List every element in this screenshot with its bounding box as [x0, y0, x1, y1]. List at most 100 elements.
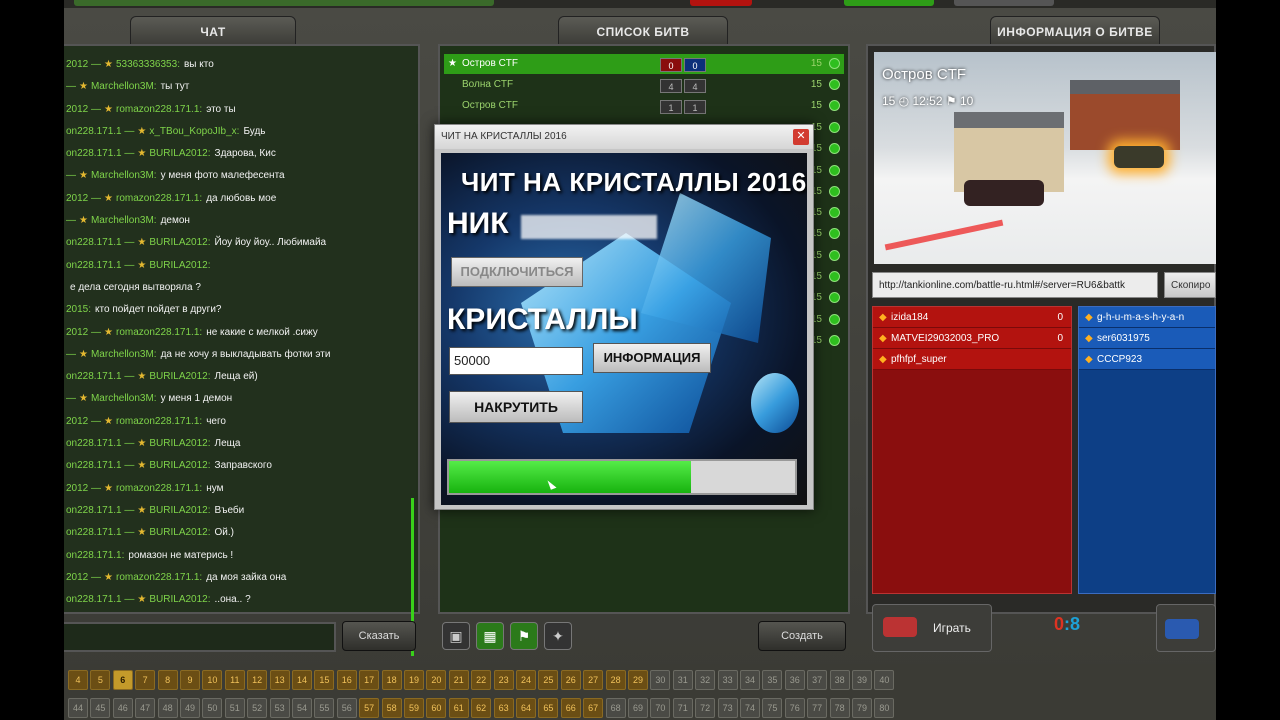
- page-number[interactable]: 13: [269, 670, 290, 690]
- page-number[interactable]: 16: [336, 670, 357, 690]
- chat-recipient[interactable]: romazon228.171.1: [116, 193, 199, 204]
- chat-recipient[interactable]: Marchellon3M: [91, 349, 154, 360]
- page-number[interactable]: 14: [292, 670, 312, 690]
- page-number[interactable]: 8: [157, 670, 178, 690]
- chat-recipient[interactable]: BURILA2012: [149, 527, 207, 538]
- play-button[interactable]: Играть: [872, 604, 992, 652]
- join-blue-button[interactable]: [1156, 604, 1216, 652]
- page-number[interactable]: 38: [829, 670, 850, 690]
- page-number[interactable]: 52: [247, 698, 268, 718]
- page-number[interactable]: 11: [224, 670, 245, 690]
- chat-sender[interactable]: 2012: [66, 327, 88, 338]
- page-number[interactable]: 29: [628, 670, 648, 690]
- connect-button[interactable]: ПОДКЛЮЧИТЬСЯ: [451, 257, 583, 287]
- crystals-input[interactable]: 50000: [449, 347, 583, 375]
- page-number[interactable]: 57: [359, 698, 380, 718]
- player-row[interactable]: ◆ pfhfpf_super: [873, 349, 1071, 370]
- chat-sender[interactable]: on228.171.1: [66, 460, 122, 471]
- page-number[interactable]: 65: [538, 698, 559, 718]
- page-number[interactable]: 45: [90, 698, 111, 718]
- chat-sender[interactable]: on228.171.1: [66, 260, 122, 271]
- player-row[interactable]: ◆ izida184 0: [873, 307, 1071, 328]
- page-number[interactable]: 69: [628, 698, 648, 718]
- chat-recipient[interactable]: BURILA2012: [149, 148, 207, 159]
- page-number[interactable]: 54: [292, 698, 312, 718]
- page-number[interactable]: 24: [516, 670, 536, 690]
- page-number[interactable]: 59: [404, 698, 424, 718]
- page-number[interactable]: 49: [180, 698, 200, 718]
- chat-recipient[interactable]: x_TBou_KopoJIb_x: [149, 126, 236, 137]
- page-number[interactable]: 27: [583, 670, 604, 690]
- chat-sender[interactable]: on228.171.1: [66, 505, 122, 516]
- battle-row[interactable]: Остров CTF 1 1 15: [444, 96, 844, 116]
- page-number[interactable]: 26: [560, 670, 581, 690]
- page-number[interactable]: 50: [202, 698, 223, 718]
- page-number[interactable]: 76: [784, 698, 805, 718]
- chat-sender[interactable]: on228.171.1: [66, 438, 122, 449]
- page-number[interactable]: 72: [695, 698, 716, 718]
- page-number[interactable]: 28: [605, 670, 626, 690]
- say-button[interactable]: Сказать: [342, 621, 416, 651]
- chat-recipient[interactable]: Marchellon3M: [91, 215, 154, 226]
- info-button[interactable]: ИНФОРМАЦИЯ: [593, 343, 711, 373]
- page-number[interactable]: 78: [829, 698, 850, 718]
- page-number[interactable]: 23: [493, 670, 514, 690]
- page-number[interactable]: 74: [740, 698, 760, 718]
- chat-input[interactable]: [64, 622, 336, 652]
- close-icon[interactable]: ✕: [793, 129, 809, 145]
- page-number[interactable]: 21: [448, 670, 469, 690]
- chat-recipient[interactable]: BURILA2012: [149, 460, 207, 471]
- player-row[interactable]: ◆ ser6031975: [1079, 328, 1215, 349]
- page-number[interactable]: 77: [807, 698, 828, 718]
- page-number[interactable]: 56: [336, 698, 357, 718]
- battle-url-field[interactable]: http://tankionline.com/battle-ru.html#/s…: [872, 272, 1158, 298]
- chat-sender[interactable]: on228.171.1: [66, 594, 122, 605]
- chat-sender[interactable]: on228.171.1: [66, 237, 122, 248]
- page-number[interactable]: 4: [68, 670, 88, 690]
- chat-recipient[interactable]: BURILA2012: [149, 260, 207, 271]
- chat-sender[interactable]: 2012: [66, 104, 88, 115]
- chat-sender[interactable]: on228.171.1: [66, 148, 122, 159]
- page-number[interactable]: 53: [269, 698, 290, 718]
- page-number[interactable]: 35: [762, 670, 783, 690]
- page-number[interactable]: 36: [784, 670, 805, 690]
- page-number[interactable]: 19: [404, 670, 424, 690]
- page-number[interactable]: 58: [381, 698, 402, 718]
- page-number[interactable]: 47: [135, 698, 156, 718]
- page-number[interactable]: 18: [381, 670, 402, 690]
- page-number[interactable]: 63: [493, 698, 514, 718]
- page-number[interactable]: 61: [448, 698, 469, 718]
- page-number[interactable]: 32: [695, 670, 716, 690]
- chat-recipient[interactable]: Marchellon3M: [91, 81, 154, 92]
- page-number[interactable]: 70: [650, 698, 671, 718]
- chat-recipient[interactable]: romazon228.171.1: [116, 572, 199, 583]
- page-number[interactable]: 5: [90, 670, 111, 690]
- page-number[interactable]: 73: [717, 698, 738, 718]
- player-row[interactable]: ◆ MATVEI29032003_PRO 0: [873, 328, 1071, 349]
- chat-recipient[interactable]: BURILA2012: [149, 505, 207, 516]
- page-number[interactable]: 30: [650, 670, 671, 690]
- copy-url-button[interactable]: Скопиро: [1164, 272, 1216, 298]
- page-number[interactable]: 62: [471, 698, 492, 718]
- player-row[interactable]: ◆ g-h-u-m-a-s-h-y-a-n: [1079, 307, 1215, 328]
- chat-sender[interactable]: 2012: [66, 193, 88, 204]
- chat-recipient[interactable]: Marchellon3M: [91, 170, 154, 181]
- filter-team-icon[interactable]: ▦: [476, 622, 504, 650]
- page-number[interactable]: 71: [672, 698, 693, 718]
- chat-sender[interactable]: 2015: [66, 304, 88, 315]
- page-number[interactable]: 17: [359, 670, 380, 690]
- page-number[interactable]: 40: [874, 670, 895, 690]
- page-number[interactable]: 22: [471, 670, 492, 690]
- chat-sender[interactable]: 2012: [66, 572, 88, 583]
- page-number[interactable]: 48: [157, 698, 178, 718]
- page-number[interactable]: 67: [583, 698, 604, 718]
- page-number[interactable]: 6: [112, 670, 133, 690]
- page-number[interactable]: 44: [68, 698, 88, 718]
- page-number[interactable]: 31: [672, 670, 693, 690]
- chat-sender[interactable]: on228.171.1: [66, 371, 122, 382]
- page-number[interactable]: 15: [314, 670, 335, 690]
- page-number[interactable]: 39: [852, 670, 872, 690]
- chat-sender[interactable]: 2012: [66, 483, 88, 494]
- page-number[interactable]: 7: [135, 670, 156, 690]
- page-number[interactable]: 9: [180, 670, 200, 690]
